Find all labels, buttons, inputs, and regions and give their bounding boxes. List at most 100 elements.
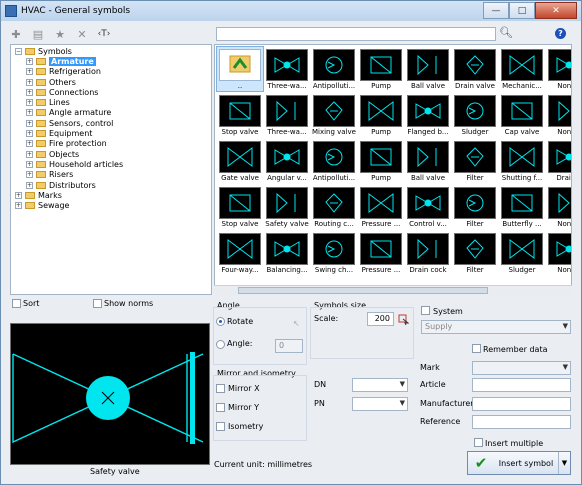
expander-icon[interactable]: + xyxy=(26,68,33,76)
delete-icon[interactable]: ✕ xyxy=(71,26,93,42)
insert-dropdown-arrow[interactable]: ▼ xyxy=(558,452,570,474)
symbol-tile[interactable]: Non-re xyxy=(546,185,571,229)
symbol-tile[interactable]: Pressure ... xyxy=(358,185,404,229)
rotate-radio[interactable] xyxy=(216,317,225,326)
symbol-tile[interactable]: Four-way... xyxy=(217,231,263,275)
symbol-tile[interactable]: Swing ch... xyxy=(311,231,357,275)
plus-icon[interactable]: ✚ xyxy=(5,26,27,42)
symbol-tile[interactable]: Drain valve xyxy=(452,47,498,91)
category-tree[interactable]: − Symbols + Armature + Refrigeration + Others + C… xyxy=(10,44,212,295)
maximize-button[interactable]: □ xyxy=(509,2,535,19)
symbol-tile[interactable]: Mechanic... xyxy=(499,47,545,91)
tree-item[interactable]: + Marks xyxy=(11,190,211,200)
symbol-tile[interactable]: Shutting f... xyxy=(499,139,545,183)
dn-select[interactable]: ▼ xyxy=(352,378,408,392)
sort-checkbox[interactable] xyxy=(12,299,21,308)
symbol-tile[interactable]: Mixing valve xyxy=(311,93,357,137)
horizontal-scrollbar[interactable] xyxy=(214,285,572,295)
symbol-tile[interactable]: Angular v... xyxy=(264,139,310,183)
expander-icon[interactable]: + xyxy=(26,57,33,65)
search-icon[interactable]: 🔍︎ xyxy=(499,26,513,39)
expander-icon[interactable]: + xyxy=(26,109,33,117)
symbol-tile[interactable]: Stop valve xyxy=(217,93,263,137)
tree-item[interactable]: + Refrigeration xyxy=(11,67,211,77)
angle-input[interactable]: 0 xyxy=(275,339,303,353)
symbol-tile[interactable]: Routing c... xyxy=(311,185,357,229)
reference-input[interactable] xyxy=(472,415,571,429)
expander-icon[interactable]: + xyxy=(26,140,33,148)
pick-scale-icon[interactable] xyxy=(398,314,409,325)
expander-icon[interactable]: + xyxy=(15,202,22,210)
expander-icon[interactable]: + xyxy=(26,119,33,127)
tree-item[interactable]: + Objects xyxy=(11,149,211,159)
system-select[interactable]: Supply ▼ xyxy=(421,320,571,334)
show-norms-checkbox[interactable] xyxy=(93,299,102,308)
tree-item[interactable]: − Symbols xyxy=(11,46,211,56)
symbol-tile[interactable]: Antipolluti... xyxy=(311,47,357,91)
symbol-tile[interactable]: Filter xyxy=(452,231,498,275)
symbol-tile[interactable]: Filter xyxy=(452,139,498,183)
tree-item[interactable]: + Others xyxy=(11,77,211,87)
symbol-tile[interactable]: Pump xyxy=(358,47,404,91)
tree-item[interactable]: + Equipment xyxy=(11,128,211,138)
expander-icon[interactable]: + xyxy=(26,130,33,138)
mark-select[interactable]: ▼ xyxy=(472,361,571,375)
symbol-tile[interactable]: Balancing... xyxy=(264,231,310,275)
mirror-x-checkbox[interactable] xyxy=(216,384,225,393)
tree-item[interactable]: + Angle armature xyxy=(11,108,211,118)
symbol-tile[interactable]: Non-re xyxy=(546,47,571,91)
expander-icon[interactable]: + xyxy=(26,150,33,158)
symbol-tile[interactable]: Drain v xyxy=(546,139,571,183)
minimize-button[interactable]: — xyxy=(483,2,509,19)
tree-item[interactable]: + Connections xyxy=(11,87,211,97)
symbol-tile[interactable]: Antipolluti... xyxy=(311,139,357,183)
symbol-tile[interactable]: Sludger xyxy=(499,231,545,275)
mirror-y-checkbox[interactable] xyxy=(216,403,225,412)
star-icon[interactable]: ★ xyxy=(49,26,71,42)
pn-select[interactable]: ▼ xyxy=(352,397,408,411)
system-checkbox[interactable] xyxy=(421,306,430,315)
symbol-tile[interactable]: Non-re xyxy=(546,231,571,275)
insert-multiple-checkbox[interactable] xyxy=(474,438,483,447)
symbol-tile[interactable]: Ball valve xyxy=(405,139,451,183)
angle-radio[interactable] xyxy=(216,340,225,349)
manufacturer-input[interactable] xyxy=(472,397,571,411)
insert-symbol-button[interactable]: ✔ Insert symbol ▼ xyxy=(467,451,571,475)
close-button[interactable]: ✕ xyxy=(535,2,577,19)
scale-input[interactable]: 200 xyxy=(367,312,394,326)
text-icon[interactable]: ‹T› xyxy=(93,26,115,42)
symbol-grid[interactable]: .. Three-wa... Antipolluti... Pump Ball valv… xyxy=(214,44,572,295)
expander-icon[interactable]: + xyxy=(26,181,33,189)
tree-item[interactable]: + Lines xyxy=(11,97,211,107)
symbol-tile[interactable]: Pressure ... xyxy=(358,231,404,275)
symbol-tile[interactable]: Flanged b... xyxy=(405,93,451,137)
expander-icon[interactable]: − xyxy=(15,47,22,55)
search-input[interactable] xyxy=(216,27,496,41)
expander-icon[interactable]: + xyxy=(26,99,33,107)
article-input[interactable] xyxy=(472,378,571,392)
symbol-tile[interactable]: Three-wa... xyxy=(264,47,310,91)
remember-data-checkbox[interactable] xyxy=(472,344,481,353)
isometry-checkbox[interactable] xyxy=(216,422,225,431)
scrollbar-thumb[interactable] xyxy=(238,287,488,294)
expander-icon[interactable]: + xyxy=(26,88,33,96)
expander-icon[interactable]: + xyxy=(26,171,33,179)
symbol-tile[interactable]: Cap valve xyxy=(499,93,545,137)
expander-icon[interactable]: + xyxy=(26,160,33,168)
tree-item[interactable]: + Sewage xyxy=(11,200,211,210)
symbol-tile[interactable]: Pump xyxy=(358,139,404,183)
tree-item[interactable]: + Sensors, control xyxy=(11,118,211,128)
symbol-tile[interactable]: Sludger xyxy=(452,93,498,137)
edit-icon[interactable]: ▤ xyxy=(27,26,49,42)
symbol-tile[interactable]: Control v... xyxy=(405,185,451,229)
tree-item[interactable]: + Distributors xyxy=(11,180,211,190)
symbol-tile[interactable]: Safety valve xyxy=(264,185,310,229)
symbol-tile[interactable]: Three-wa... xyxy=(264,93,310,137)
symbol-tile[interactable]: Gate valve xyxy=(217,139,263,183)
help-icon[interactable]: ? xyxy=(555,28,566,39)
symbol-tile[interactable]: Filter xyxy=(452,185,498,229)
tree-item[interactable]: + Armature xyxy=(11,56,211,66)
symbol-tile[interactable]: Ball valve xyxy=(405,47,451,91)
expander-icon[interactable]: + xyxy=(15,191,22,199)
tree-item[interactable]: + Fire protection xyxy=(11,139,211,149)
